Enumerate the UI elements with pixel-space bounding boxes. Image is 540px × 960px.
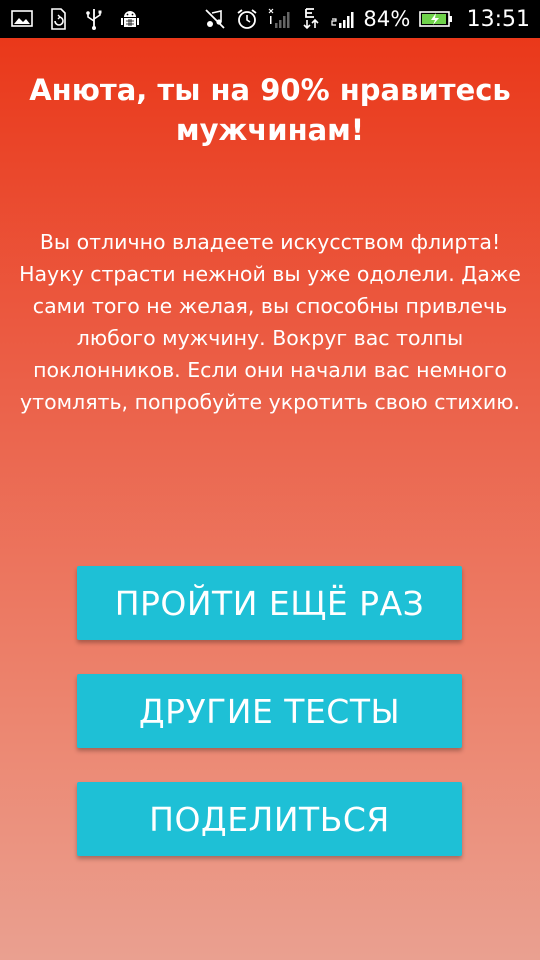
sd-sync-icon [46,7,70,31]
status-icons-left [10,7,142,31]
result-title: Анюта, ты на 90% нравитесь мужчинам! [29,73,511,147]
signal-sim1-icon [267,7,291,31]
mute-icon [203,7,227,31]
gallery-icon [10,7,34,31]
result-description: Вы отлично владеете искусством флирта! Н… [19,230,521,414]
signal-sim2-icon [331,7,355,31]
usb-icon [82,7,106,31]
share-button[interactable]: ПОДЕЛИТЬСЯ [77,782,462,856]
battery-percentage: 84% [363,7,411,31]
android-debug-icon [118,7,142,31]
status-icons-right: 84% 13:51 [203,7,530,32]
other-tests-button[interactable]: ДРУГИЕ ТЕСТЫ [77,674,462,748]
retry-button[interactable]: ПРОЙТИ ЕЩЁ РАЗ [77,566,462,640]
status-time: 13:51 [466,6,530,32]
battery-charging-icon [418,7,453,31]
data-e-icon [299,7,323,31]
alarm-icon [235,7,259,31]
status-bar: 84% 13:51 [0,0,540,38]
